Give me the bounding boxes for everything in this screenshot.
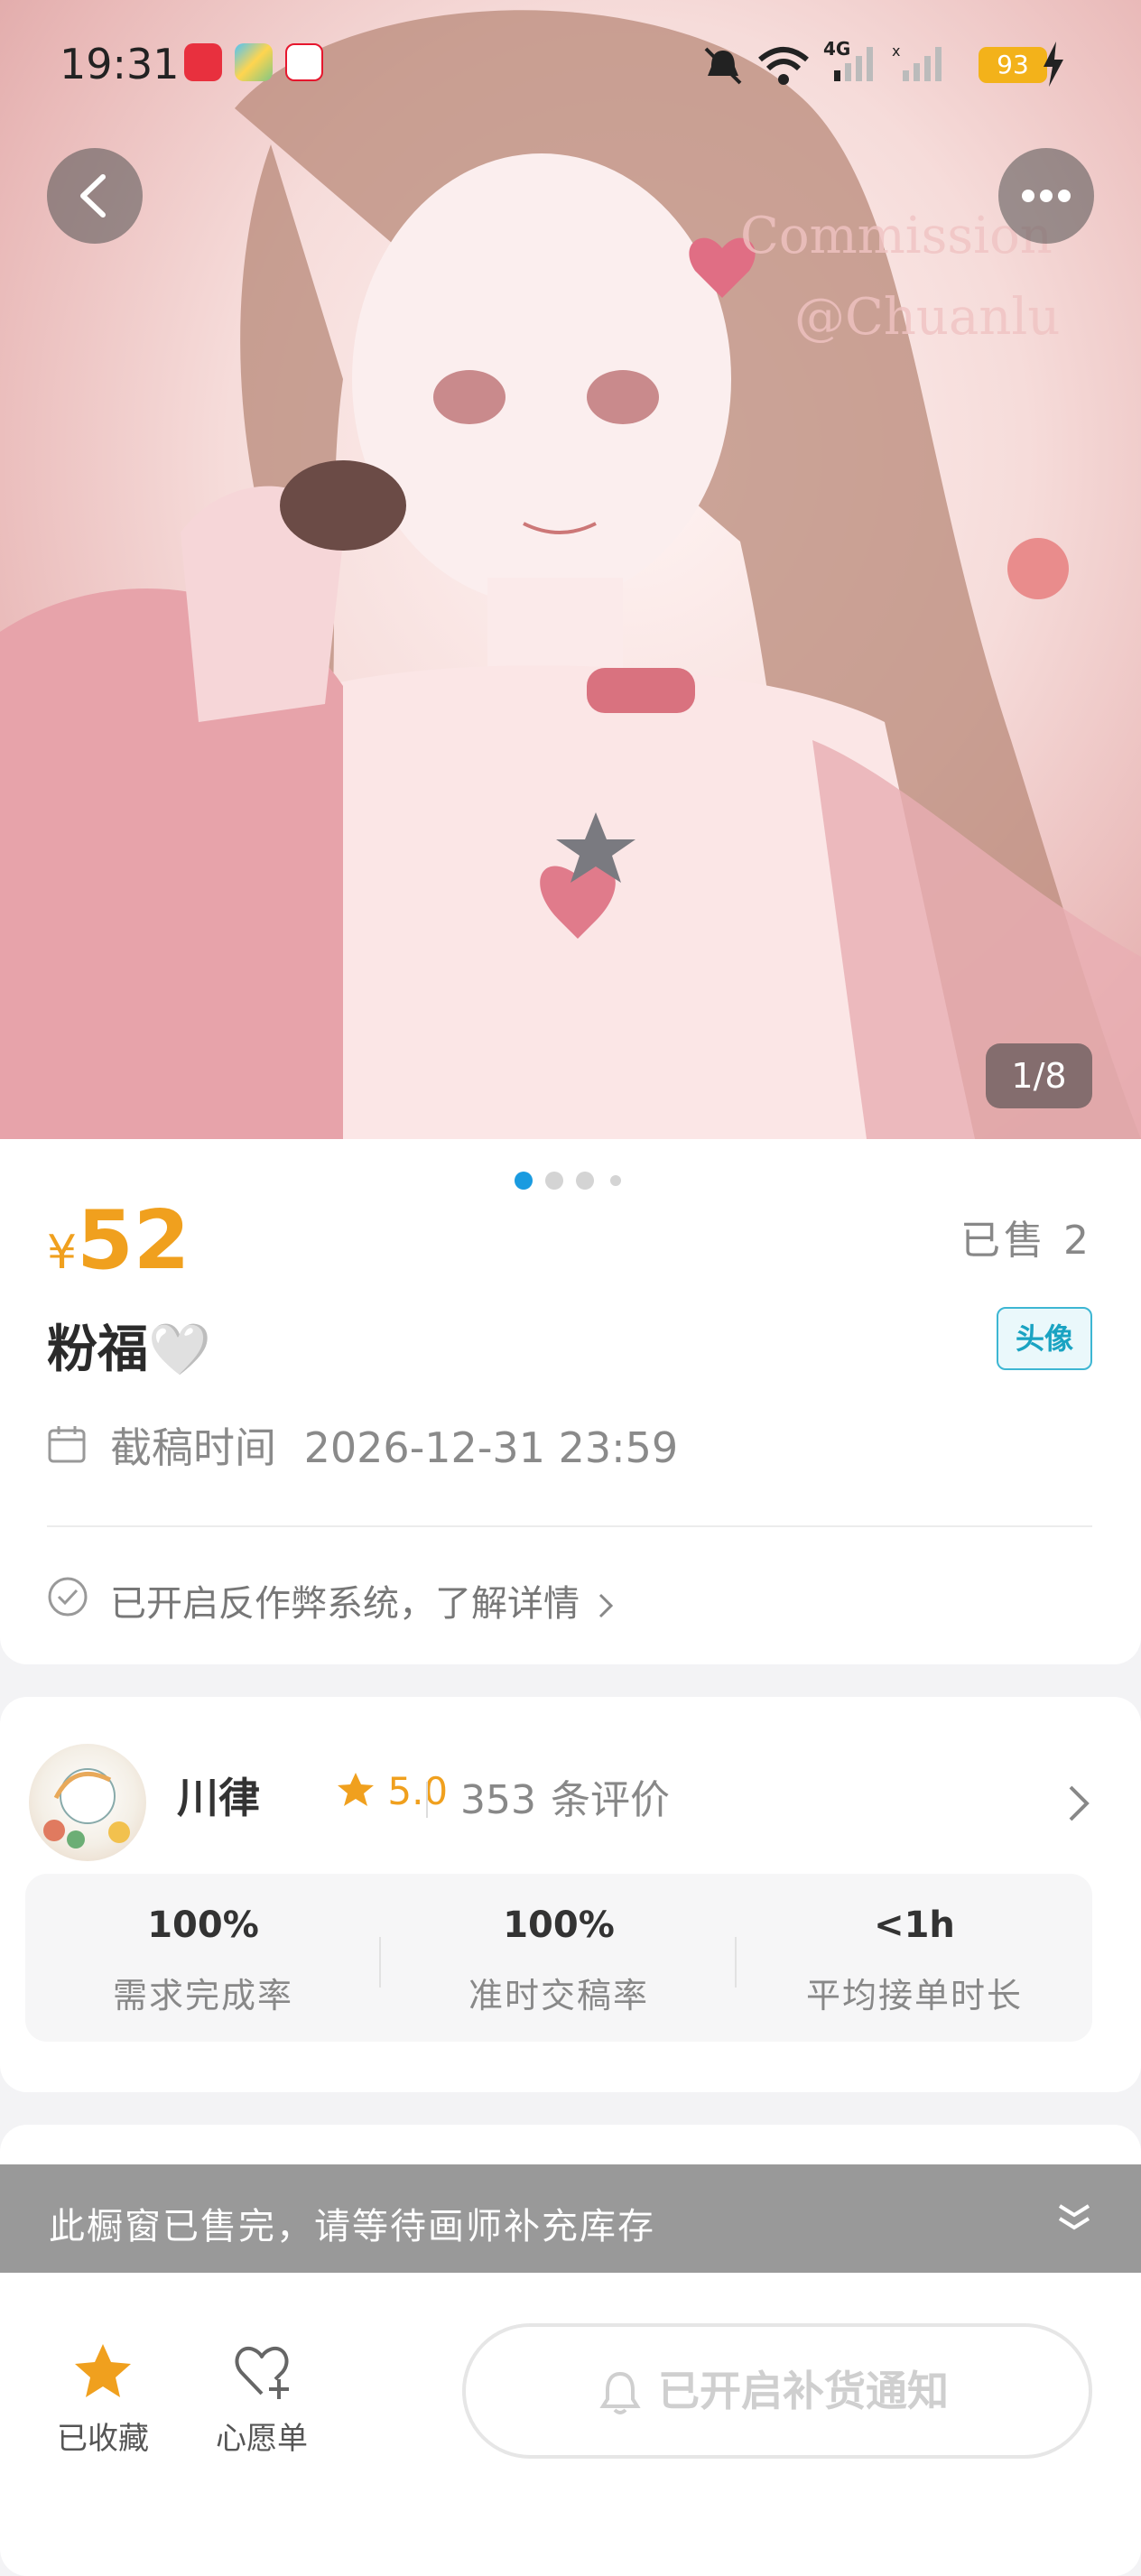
heart-plus-icon [235, 2346, 289, 2399]
deadline-value: 2026-12-31 23:59 [303, 1423, 679, 1472]
favorite-label: 已收藏 [57, 2421, 149, 2457]
wifi-icon [758, 47, 809, 85]
divider [47, 1525, 1092, 1527]
sold-out-banner[interactable]: 此橱窗已售完，请等待画师补充库存 [0, 2164, 1141, 2273]
stat-value: 100% [147, 1904, 259, 1946]
sold-count: 已售 2 [960, 1218, 1092, 1264]
artist-card[interactable]: 川律 5.0 353 条评价 100% 需求完成率 100% 准时交稿率 <1h … [0, 1697, 1141, 2092]
star-icon [338, 1773, 374, 1806]
stat-value: <1h [874, 1904, 955, 1946]
wishlist-label: 心愿单 [216, 2421, 308, 2457]
svg-text:@Chuanlu: @Chuanlu [794, 288, 1060, 347]
gallery-app-icon [235, 43, 273, 81]
price-value: 52 [77, 1193, 190, 1288]
weibo-app-icon [285, 43, 323, 81]
artist-avatar[interactable] [29, 1744, 146, 1861]
anti-cheat-link[interactable]: 已开启反作弊系统，了解详情 [47, 1574, 617, 1626]
stat-completion-rate: 100% 需求完成率 [25, 1874, 381, 2042]
chevron-left-icon [80, 174, 106, 218]
avatar-illustration [43, 1768, 130, 1849]
artist-stats: 100% 需求完成率 100% 准时交稿率 <1h 平均接单时长 [25, 1874, 1092, 2042]
artist-name: 川律 [177, 1774, 260, 1822]
category-tag[interactable]: 头像 [997, 1307, 1092, 1370]
check-circle-icon [48, 1577, 88, 1617]
favorite-button[interactable]: 已收藏 [40, 2340, 166, 2458]
sold-out-text: 此橱窗已售完，请等待画师补充库存 [49, 2206, 655, 2247]
music-app-icon [184, 43, 222, 81]
artwork-illustration: Commission @Chuanlu [0, 10, 1141, 1139]
restock-notify-label: 已开启补货通知 [658, 2367, 949, 2415]
product-image-carousel[interactable]: Commission @Chuanlu 19:31 4G x 93 1/8 [0, 0, 1141, 1139]
stat-label: 准时交稿率 [468, 1976, 649, 2015]
back-button[interactable] [47, 148, 143, 244]
price: ¥52 [47, 1193, 190, 1288]
artist-rating: 5.0 [336, 1769, 448, 1813]
more-options-button[interactable] [998, 148, 1094, 244]
bell-icon [599, 2371, 641, 2414]
more-dots-icon [1022, 190, 1071, 202]
anti-cheat-text: 已开启反作弊系统，了解详情 [110, 1583, 580, 1625]
battery-level: 93 [979, 47, 1047, 83]
wishlist-button[interactable]: 心愿单 [199, 2340, 325, 2458]
charging-icon [1044, 42, 1063, 87]
product-info-card: ¥52 已售 2 粉福🤍 头像 截稿时间 2026-12-31 23:59 已开… [0, 1139, 1141, 1664]
carousel-dot[interactable] [515, 1172, 533, 1190]
chevron-right-icon [598, 1593, 613, 1618]
review-count-value: 353 [460, 1777, 536, 1823]
currency-symbol: ¥ [47, 1226, 78, 1280]
review-count[interactable]: 353 条评价 [460, 1767, 670, 1825]
image-counter: 1/8 [986, 1043, 1092, 1108]
carousel-dot[interactable] [545, 1172, 563, 1190]
stat-response-time: <1h 平均接单时长 [737, 1874, 1092, 2042]
stat-value: 100% [503, 1904, 615, 1946]
stat-label: 平均接单时长 [805, 1976, 1023, 2015]
double-chevron-down-icon[interactable] [1054, 2199, 1094, 2238]
bottom-action-bar: 已收藏 心愿单 已开启补货通知 [0, 2273, 1141, 2509]
mute-bell-icon [704, 47, 742, 85]
carousel-dot[interactable] [576, 1172, 594, 1190]
stat-label: 需求完成率 [112, 1976, 293, 2015]
deadline-label: 截稿时间 [110, 1423, 276, 1472]
product-title: 粉福🤍 [47, 1320, 211, 1379]
restock-notify-button[interactable]: 已开启补货通知 [462, 2323, 1092, 2459]
review-count-suffix: 条评价 [550, 1777, 670, 1823]
carousel-indicator [0, 1172, 1141, 1190]
divider [426, 1782, 428, 1818]
status-bar: 19:31 4G x 93 [0, 0, 1141, 126]
carousel-dot[interactable] [610, 1175, 621, 1186]
status-time: 19:31 [60, 40, 180, 88]
rating-value: 5.0 [387, 1769, 449, 1813]
svg-text:x: x [892, 43, 900, 60]
chevron-right-icon[interactable] [1065, 1782, 1092, 1827]
calendar-icon [48, 1426, 86, 1463]
stat-ontime-rate: 100% 准时交稿率 [381, 1874, 737, 2042]
deadline-row: 截稿时间 2026-12-31 23:59 [47, 1415, 678, 1475]
signal-icon [834, 47, 873, 81]
signal-2-icon: x [892, 43, 942, 81]
star-filled-icon [75, 2344, 131, 2397]
